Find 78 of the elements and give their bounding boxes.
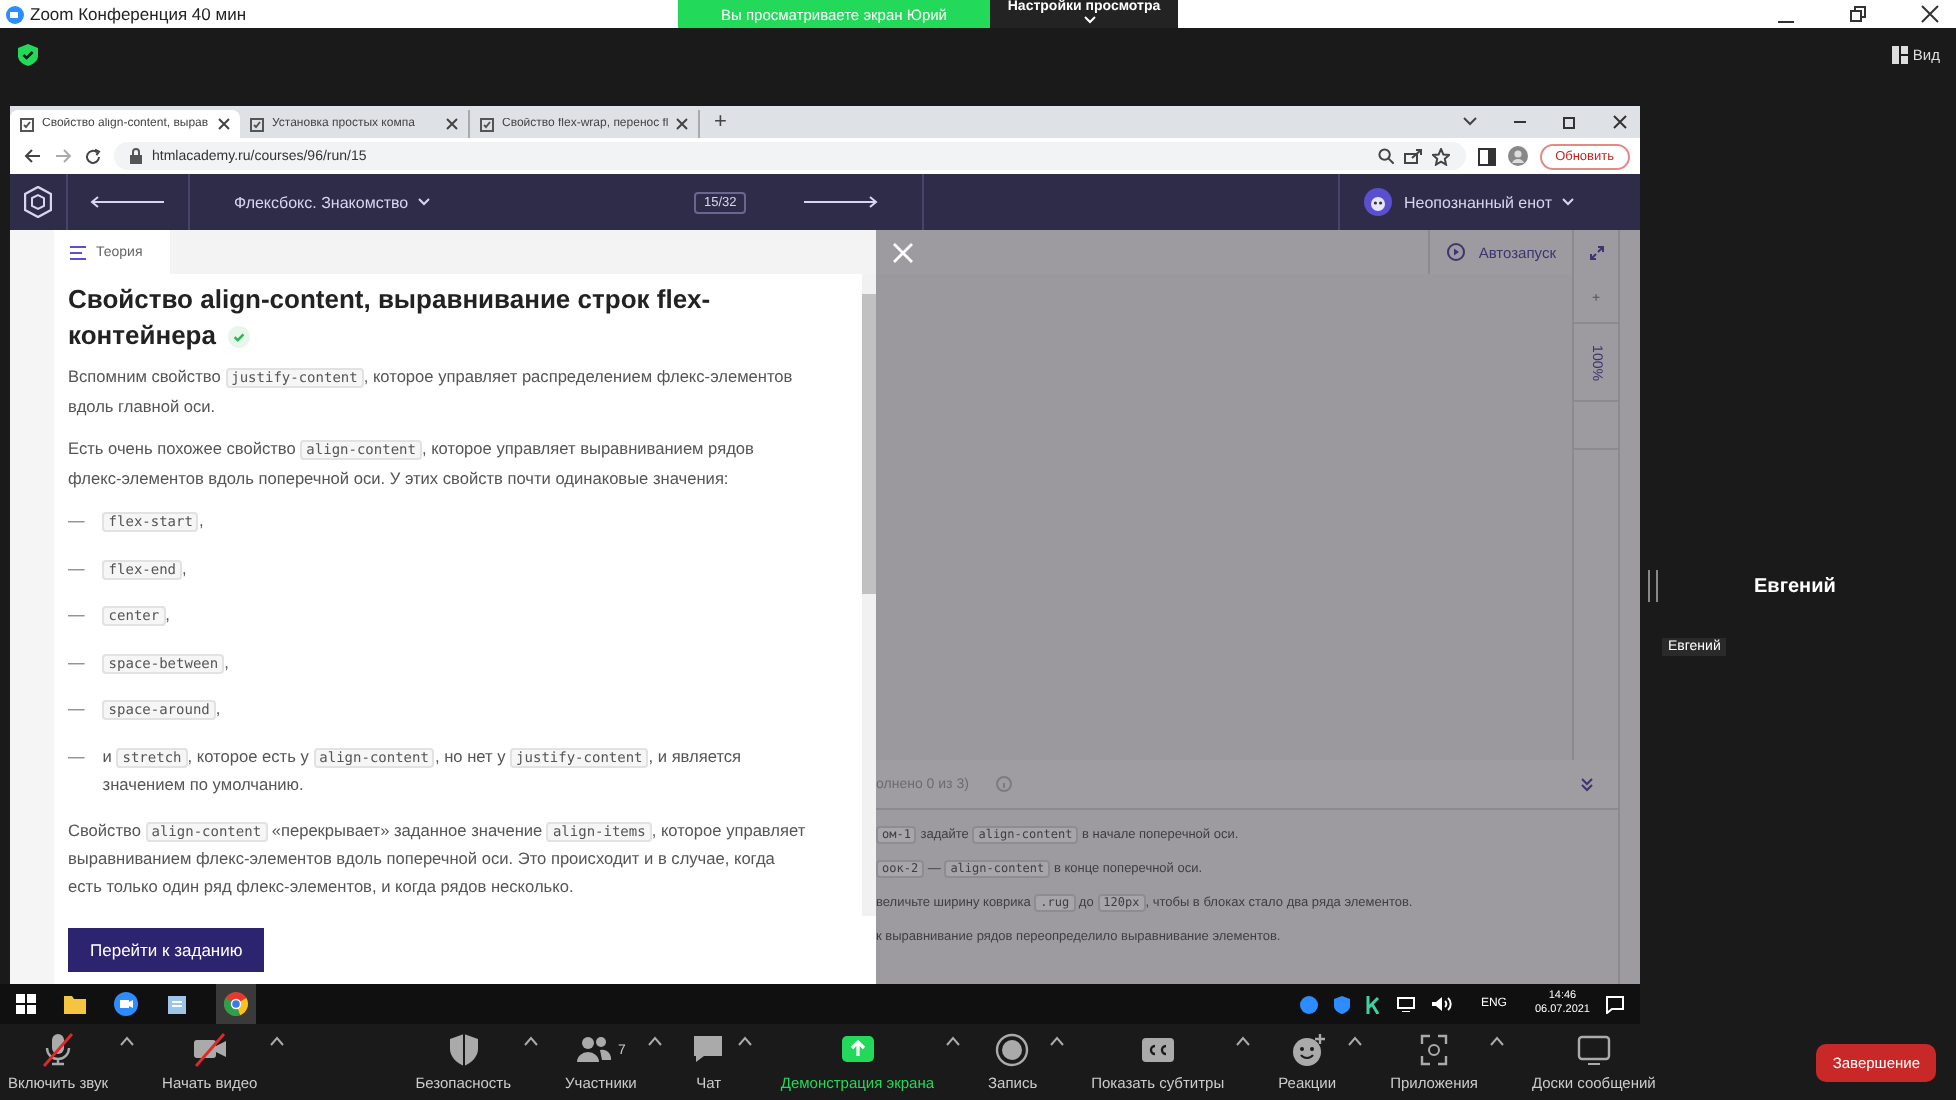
menu-icon bbox=[70, 245, 86, 259]
close-icon[interactable] bbox=[676, 118, 688, 130]
grid-icon bbox=[1892, 45, 1909, 63]
avatar-icon[interactable] bbox=[1507, 146, 1528, 166]
back-icon[interactable] bbox=[24, 148, 42, 164]
smiley-icon bbox=[1289, 1032, 1326, 1068]
caret-icon[interactable] bbox=[523, 1036, 538, 1046]
info-icon bbox=[996, 776, 1013, 792]
close-icon[interactable] bbox=[1920, 4, 1940, 24]
user-menu[interactable]: Неопознанный енот bbox=[1404, 193, 1574, 211]
list-dash: — bbox=[68, 743, 85, 769]
caret-icon[interactable] bbox=[946, 1036, 961, 1046]
notification-icon[interactable] bbox=[1606, 995, 1624, 1013]
close-icon[interactable] bbox=[218, 118, 230, 130]
close-icon[interactable] bbox=[1612, 114, 1628, 130]
list-dash: — bbox=[68, 602, 85, 628]
arrow-left-icon[interactable] bbox=[90, 196, 166, 208]
lesson-title: Свойство align-content, выравнивание строк flex-контейнера bbox=[68, 282, 713, 354]
speech-bubble-icon bbox=[690, 1032, 727, 1068]
expand-icon[interactable] bbox=[1589, 245, 1603, 259]
shield-icon bbox=[445, 1032, 482, 1068]
page-icon bbox=[250, 117, 264, 131]
go-to-task-button[interactable]: Перейти к заданию bbox=[68, 928, 265, 972]
zoom-icon[interactable] bbox=[1377, 148, 1394, 164]
page-icon bbox=[480, 117, 494, 131]
new-tab-button[interactable]: + bbox=[714, 110, 727, 134]
apps-icon bbox=[1416, 1032, 1453, 1068]
list-dash: — bbox=[68, 555, 85, 581]
caret-icon[interactable] bbox=[1348, 1036, 1363, 1046]
caret-icon bbox=[418, 198, 431, 207]
lock-icon bbox=[130, 148, 142, 164]
record-icon bbox=[994, 1032, 1031, 1068]
caret-icon[interactable] bbox=[738, 1036, 753, 1046]
participant-name: Евгений bbox=[1754, 575, 1836, 597]
windows-start-icon[interactable] bbox=[16, 994, 36, 1014]
window-title: Zoom Конференция 40 мин bbox=[30, 4, 247, 24]
list-dash: — bbox=[68, 649, 85, 675]
reload-icon[interactable] bbox=[84, 147, 102, 165]
chevron-down-icon[interactable] bbox=[1462, 116, 1478, 128]
close-icon[interactable] bbox=[446, 118, 458, 130]
browser-icon[interactable] bbox=[216, 984, 256, 1024]
notepad-icon[interactable] bbox=[166, 993, 188, 1015]
scrollbar[interactable] bbox=[862, 274, 876, 916]
shield-icon bbox=[18, 44, 38, 66]
caret-icon bbox=[1083, 16, 1095, 25]
sidebar-icon[interactable] bbox=[1477, 147, 1496, 165]
user-avatar-icon bbox=[1364, 188, 1392, 216]
caret-icon[interactable] bbox=[1049, 1036, 1064, 1046]
share-icon[interactable] bbox=[1403, 148, 1422, 164]
list-dash: — bbox=[68, 508, 85, 534]
captions-icon bbox=[1139, 1032, 1176, 1068]
page-icon bbox=[20, 117, 34, 131]
academy-logo-icon[interactable] bbox=[24, 186, 52, 218]
caret-icon[interactable] bbox=[1236, 1036, 1251, 1046]
k-letter-icon[interactable] bbox=[1366, 995, 1381, 1013]
folder-icon[interactable] bbox=[64, 994, 86, 1014]
caret-icon bbox=[1561, 198, 1574, 207]
video-app-icon[interactable] bbox=[114, 992, 138, 1016]
share-screen-icon bbox=[839, 1032, 876, 1068]
restore-icon[interactable] bbox=[1848, 4, 1868, 24]
shield-icon[interactable] bbox=[1334, 995, 1351, 1013]
scrollbar[interactable] bbox=[1618, 230, 1640, 984]
whiteboard-icon bbox=[1575, 1032, 1612, 1068]
list-dash: — bbox=[68, 696, 85, 722]
caret-icon[interactable] bbox=[269, 1036, 284, 1046]
splitter-handle[interactable] bbox=[1648, 570, 1658, 602]
restore-icon[interactable] bbox=[1562, 114, 1578, 130]
caret-icon[interactable] bbox=[120, 1036, 135, 1046]
speaker-icon[interactable] bbox=[1432, 996, 1453, 1012]
caret-icon[interactable] bbox=[648, 1036, 663, 1046]
autorun-icon bbox=[1446, 242, 1467, 262]
course-dropdown[interactable]: Флексбокс. Знакомство bbox=[234, 193, 431, 211]
zoom-logo-icon bbox=[6, 5, 24, 23]
arrow-right-icon[interactable] bbox=[802, 196, 879, 208]
double-chevron-icon[interactable] bbox=[1580, 777, 1594, 791]
star-icon[interactable] bbox=[1431, 147, 1450, 165]
people-icon bbox=[576, 1032, 612, 1068]
caret-icon[interactable] bbox=[1489, 1036, 1504, 1046]
